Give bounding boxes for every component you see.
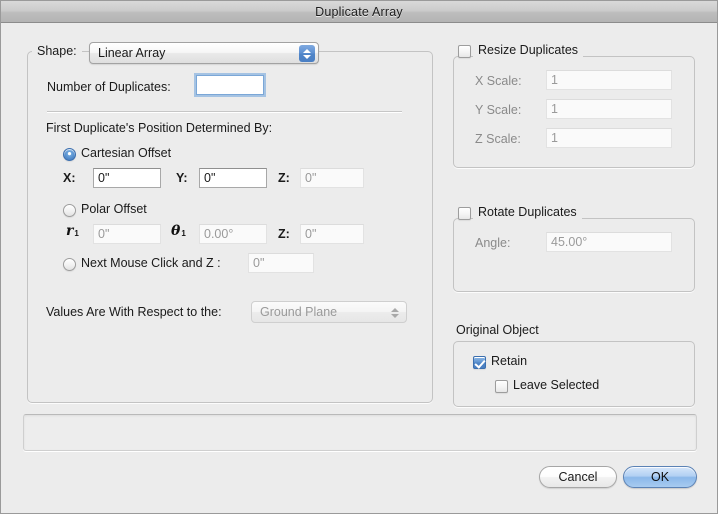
polar-z-input[interactable] [300,224,364,244]
leave-selected-checkbox[interactable] [495,380,508,393]
polar-r-symbol: r [66,223,74,239]
cancel-button-label: Cancel [558,470,598,484]
polar-offset-label: Polar Offset [81,202,147,216]
retain-label: Retain [491,354,528,368]
number-of-duplicates-input[interactable] [196,75,264,95]
polar-theta-subscript: 1 [181,229,186,238]
cancel-button[interactable]: Cancel [539,466,617,488]
z-scale-label: Z Scale: [475,132,521,146]
original-object-label: Original Object [456,323,539,337]
cartesian-x-input[interactable] [93,168,161,188]
next-mouse-click-label: Next Mouse Click and Z : [81,256,221,270]
rotate-duplicates-group-box [453,218,695,292]
ok-button-label: OK [650,470,670,484]
x-scale-input[interactable] [546,70,672,90]
rotate-duplicates-checkbox[interactable] [458,207,471,220]
number-of-duplicates-label: Number of Duplicates: [47,80,171,94]
chevron-updown-icon [387,304,403,321]
polar-theta-input[interactable] [199,224,267,244]
cartesian-z-label: Z: [278,171,290,185]
chevron-updown-icon [299,45,315,62]
respect-to-select[interactable]: Ground Plane [251,301,407,323]
angle-input[interactable] [546,232,672,252]
y-scale-input[interactable] [546,99,672,119]
radio-next-mouse-click[interactable] [63,258,76,271]
title-bar: Duplicate Array [1,1,717,23]
shape-label: Shape: [32,44,82,58]
polar-z-label: Z: [278,227,290,241]
polar-r-subscript: 1 [74,229,79,238]
section-divider [47,111,402,112]
radio-cartesian-offset[interactable] [63,148,76,161]
respect-to-label: Values Are With Respect to the: [46,305,222,319]
original-object-group-box [453,341,695,407]
cartesian-y-label: Y: [176,171,188,185]
duplicate-array-dialog: Duplicate Array Shape: Linear Array Numb… [0,0,718,514]
resize-duplicates-label: Resize Duplicates [473,43,584,57]
ok-button[interactable]: OK [623,466,697,488]
cartesian-x-label: X: [63,171,76,185]
radio-polar-offset[interactable] [63,204,76,217]
polar-r-label: r1 [66,223,79,239]
angle-label: Angle: [475,236,511,250]
next-mouse-click-z-input[interactable] [248,253,314,273]
position-heading: First Duplicate's Position Determined By… [46,121,273,135]
z-scale-input[interactable] [546,128,672,148]
cartesian-y-input[interactable] [199,168,267,188]
shape-select[interactable]: Linear Array [89,42,319,64]
rotate-duplicates-label: Rotate Duplicates [473,205,582,219]
leave-selected-label: Leave Selected [513,378,600,392]
cartesian-offset-label: Cartesian Offset [81,146,172,160]
respect-to-value: Ground Plane [260,305,338,319]
window-title: Duplicate Array [315,4,403,19]
resize-duplicates-checkbox[interactable] [458,45,471,58]
polar-theta-symbol: θ [171,223,181,239]
retain-checkbox[interactable] [473,356,486,369]
y-scale-label: Y Scale: [475,103,522,117]
x-scale-label: X Scale: [475,74,522,88]
cartesian-z-input[interactable] [300,168,364,188]
polar-r-input[interactable] [93,224,161,244]
shape-select-value: Linear Array [98,46,166,60]
status-message-box [23,414,697,451]
polar-theta-label: θ1 [171,223,186,239]
